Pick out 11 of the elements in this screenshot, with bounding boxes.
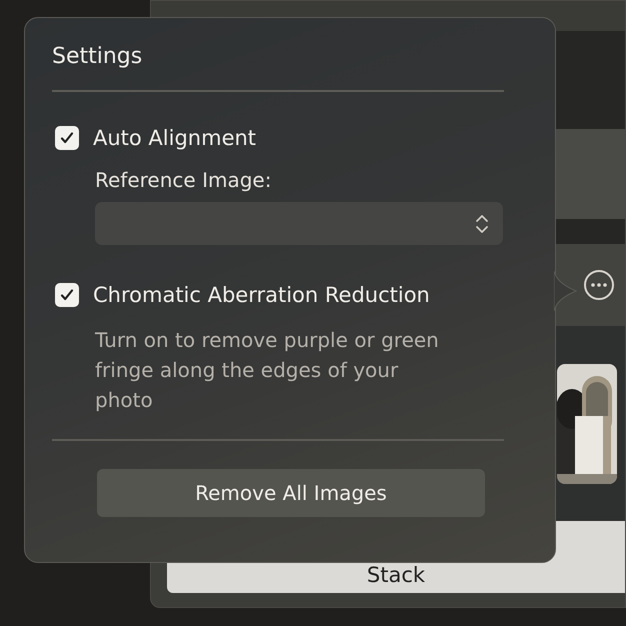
checkbox[interactable]: [55, 126, 79, 150]
field-label: Reference Image:: [95, 168, 272, 192]
checkbox[interactable]: [55, 283, 79, 307]
remove-all-button[interactable]: Remove All Images: [97, 469, 485, 517]
popover-title: Settings: [52, 44, 144, 71]
more-icon[interactable]: [583, 269, 615, 301]
checkmark-icon: [59, 287, 75, 303]
description-text: Turn on to remove purple or green fringe along the edges of your photo: [95, 327, 440, 414]
checkmark-icon: [59, 130, 75, 146]
checkbox-label[interactable]: Auto Alignment: [93, 126, 256, 150]
checkbox-label[interactable]: Chromatic Aberration Reduction: [93, 283, 430, 307]
